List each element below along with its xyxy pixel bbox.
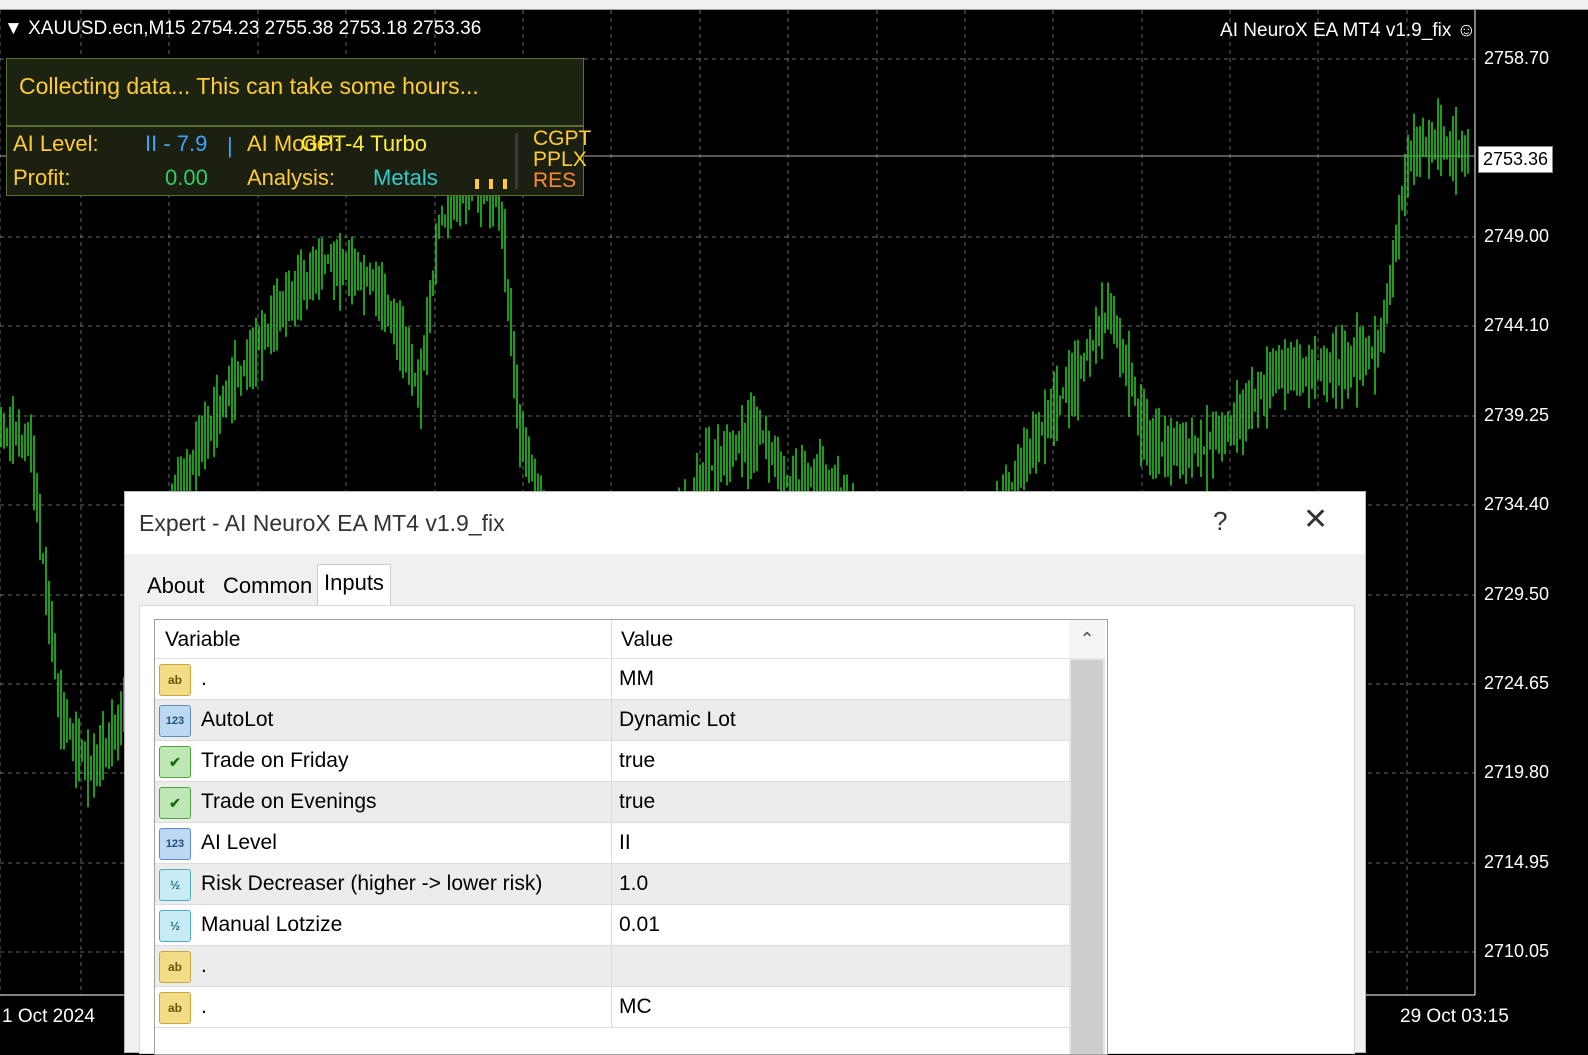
string-type-icon: ab — [159, 951, 191, 983]
tab-about[interactable]: About — [141, 568, 211, 604]
variable-cell: . — [201, 995, 207, 1018]
table-row[interactable]: 123 AutoLot Dynamic Lot — [155, 700, 1069, 741]
ai-level-label: AI Level: — [13, 131, 99, 156]
price-tick-label: 2710.05 — [1484, 941, 1550, 961]
signal-bars-icon — [475, 133, 521, 189]
separator-bar: | — [227, 133, 233, 158]
tab-common[interactable]: Common — [217, 568, 318, 604]
boolean-type-icon: ✔ — [159, 746, 191, 778]
variable-cell: AI Level — [201, 831, 277, 854]
price-tick-label: 2724.65 — [1484, 673, 1550, 693]
current-price-label: 2753.36 — [1478, 146, 1554, 173]
analysis-label: Analysis: — [247, 165, 336, 190]
inputs-table: Variable Value ab. MM 123 AutoLot Dynamic Lo… — [154, 619, 1108, 1055]
table-row[interactable]: 123 AI Level II — [155, 823, 1069, 864]
profit-label: Profit: — [13, 165, 71, 190]
ea-info-panel: AI Level: II - 7.9 | AI Model: GPT-4 Tur… — [6, 126, 591, 196]
value-cell[interactable]: 0.01 — [619, 913, 660, 937]
symbol-info: ▼ XAUUSD.ecn,M15 2754.23 2755.38 2753.18… — [4, 18, 481, 40]
date-end-label: 29 Oct 03:15 — [1400, 1006, 1509, 1027]
table-row[interactable]: ab. MC — [155, 987, 1069, 1028]
ea-status-panel: Collecting data... This can take some ho… — [6, 58, 584, 126]
smiley-icon: ☺ — [1456, 20, 1476, 41]
column-value[interactable]: Value — [621, 628, 673, 652]
variable-cell: . — [201, 667, 207, 690]
ai-level-value: II - 7.9 — [145, 131, 208, 156]
ea-name-label: AI NeuroX EA MT4 v1.9_fix ☺ — [1220, 20, 1476, 42]
boolean-type-icon: ✔ — [159, 787, 191, 819]
analysis-value: Metals — [373, 165, 438, 190]
value-cell[interactable]: MC — [619, 995, 652, 1019]
value-cell[interactable]: true — [619, 749, 655, 773]
price-tick-label: 2734.40 — [1484, 494, 1550, 514]
value-cell[interactable]: true — [619, 790, 655, 814]
ea-title-text: AI NeuroX EA MT4 v1.9_fix — [1220, 20, 1452, 41]
expert-properties-dialog: Expert - AI NeuroX EA MT4 v1.9_fix ? ✕ A… — [124, 491, 1366, 1055]
inputs-tab-page: Variable Value ab. MM 123 AutoLot Dynamic Lo… — [139, 605, 1355, 1055]
price-tick-label: 2729.50 — [1484, 584, 1550, 604]
variable-cell: Manual Lotzize — [201, 913, 343, 936]
price-tick-label: 2744.10 — [1484, 315, 1550, 335]
scroll-up-icon[interactable]: ⌃ — [1069, 620, 1105, 658]
collapse-triangle-icon[interactable]: ▼ — [4, 18, 23, 39]
date-start-label: 1 Oct 2024 — [2, 1006, 95, 1027]
tab-inputs[interactable]: Inputs — [317, 564, 391, 607]
string-type-icon: ab — [159, 992, 191, 1024]
integer-type-icon: 123 — [159, 705, 191, 737]
table-row[interactable]: ab. MM — [155, 659, 1069, 700]
dialog-body: About Common Inputs Variable Value ab. MM… — [125, 554, 1365, 1055]
close-icon[interactable]: ✕ — [1303, 502, 1328, 537]
table-row[interactable]: ab. — [155, 946, 1069, 987]
scroll-thumb[interactable] — [1071, 660, 1103, 1054]
variable-cell: Trade on Evenings — [201, 790, 377, 813]
status-message: Collecting data... This can take some ho… — [19, 73, 479, 99]
window-top-strip — [0, 0, 1588, 10]
price-tick-label: 2749.00 — [1484, 226, 1550, 246]
variable-cell: Risk Decreaser (higher -> lower risk) — [201, 872, 543, 895]
table-header: Variable Value — [155, 620, 1069, 659]
table-row[interactable]: ½ Manual Lotzize 0.01 — [155, 905, 1069, 946]
value-cell[interactable]: MM — [619, 667, 654, 691]
variable-cell: AutoLot — [201, 708, 274, 731]
integer-type-icon: 123 — [159, 828, 191, 860]
variable-cell: Trade on Friday — [201, 749, 349, 772]
price-tick-label: 2758.70 — [1484, 48, 1550, 68]
price-tick-label: 2714.95 — [1484, 852, 1550, 872]
table-row[interactable]: ½ Risk Decreaser (higher -> lower risk) 1.… — [155, 864, 1069, 905]
value-cell[interactable]: 1.0 — [619, 872, 648, 896]
string-type-icon: ab — [159, 664, 191, 696]
double-type-icon: ½ — [159, 910, 191, 942]
help-button[interactable]: ? — [1213, 506, 1227, 537]
provider-res: RES — [533, 169, 577, 192]
symbol-quote: XAUUSD.ecn,M15 2754.23 2755.38 2753.18 2… — [28, 18, 482, 39]
double-type-icon: ½ — [159, 869, 191, 901]
price-tick-label: 2739.25 — [1484, 405, 1550, 425]
dialog-title: Expert - AI NeuroX EA MT4 v1.9_fix — [139, 510, 505, 536]
table-row[interactable]: ✔ Trade on Evenings true — [155, 782, 1069, 823]
vertical-scrollbar[interactable]: ⌃ — [1069, 620, 1105, 1054]
ai-model-value: GPT-4 Turbo — [301, 131, 427, 156]
variable-cell: . — [201, 954, 207, 977]
value-cell[interactable]: Dynamic Lot — [619, 708, 736, 732]
column-variable[interactable]: Variable — [165, 628, 241, 652]
table-row[interactable]: ✔ Trade on Friday true — [155, 741, 1069, 782]
value-cell[interactable]: II — [619, 831, 631, 855]
price-tick-label: 2719.80 — [1484, 762, 1550, 782]
profit-value: 0.00 — [165, 165, 208, 190]
